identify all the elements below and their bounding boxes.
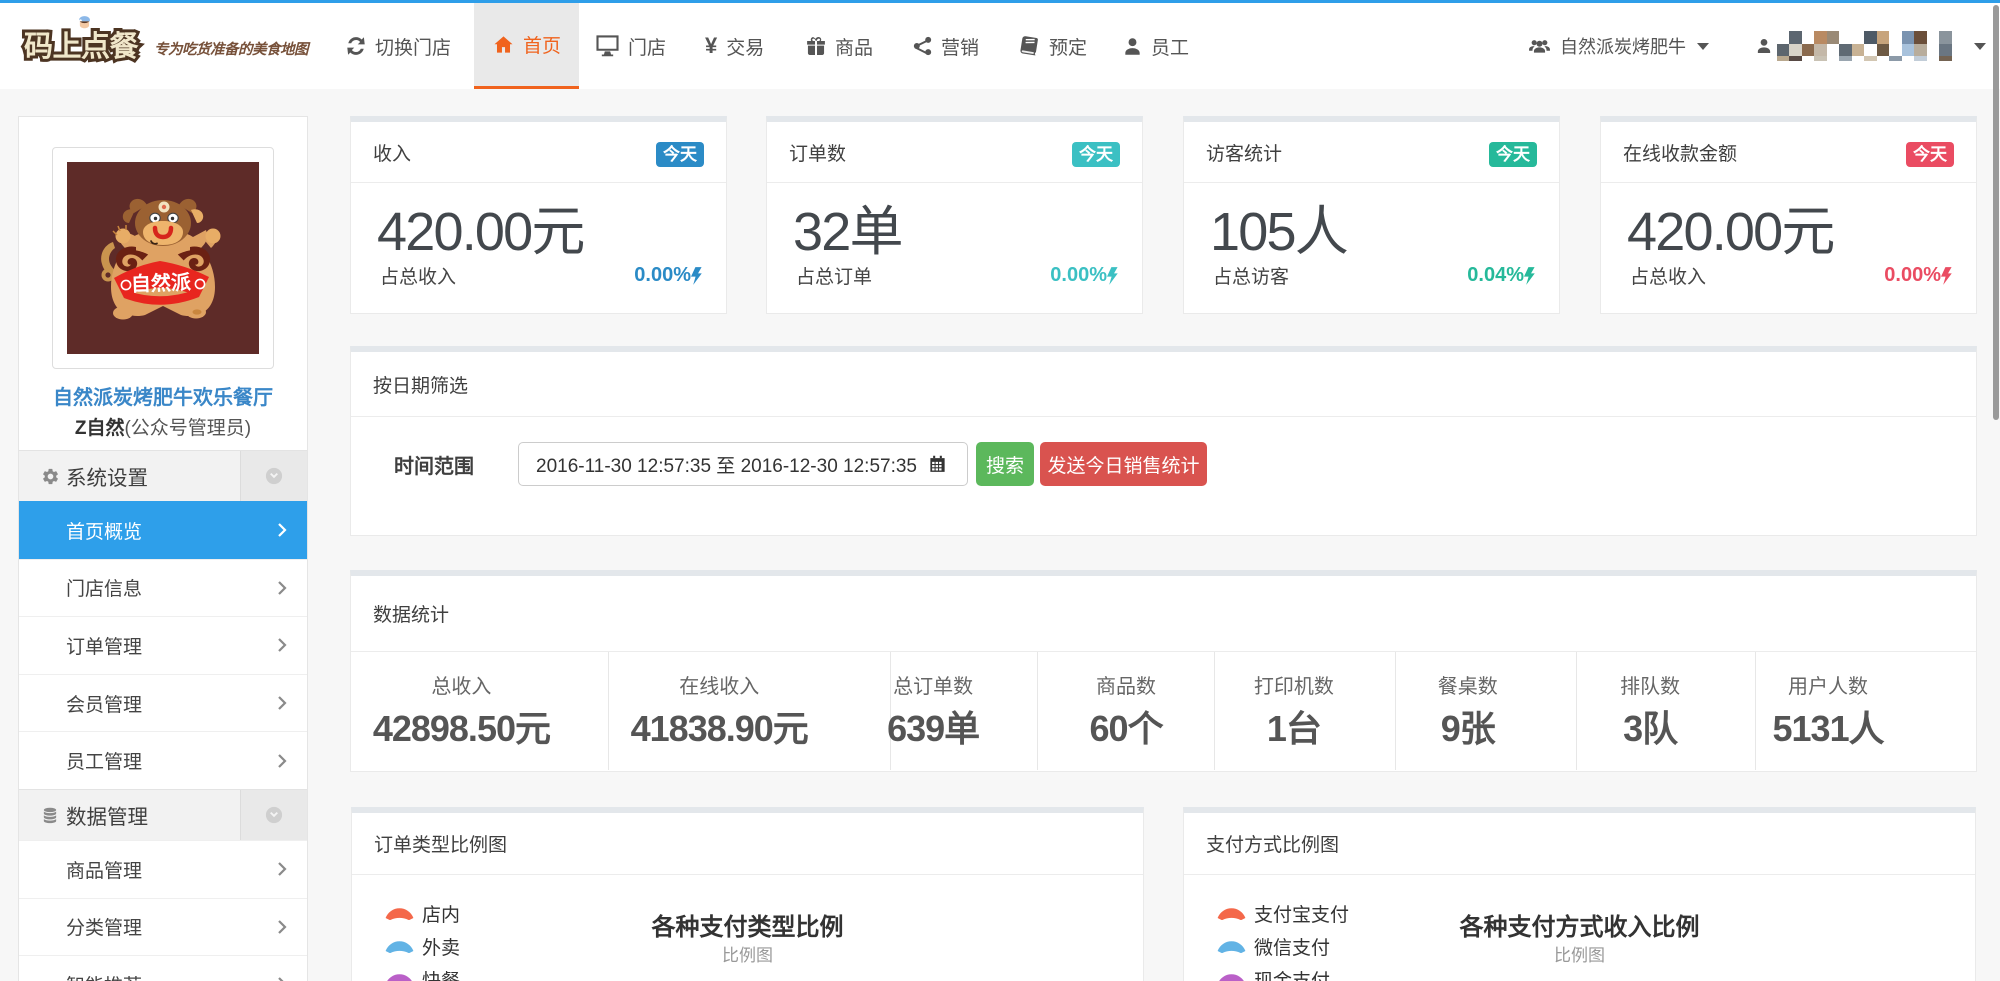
svg-text:自然派: 自然派 xyxy=(130,270,192,296)
